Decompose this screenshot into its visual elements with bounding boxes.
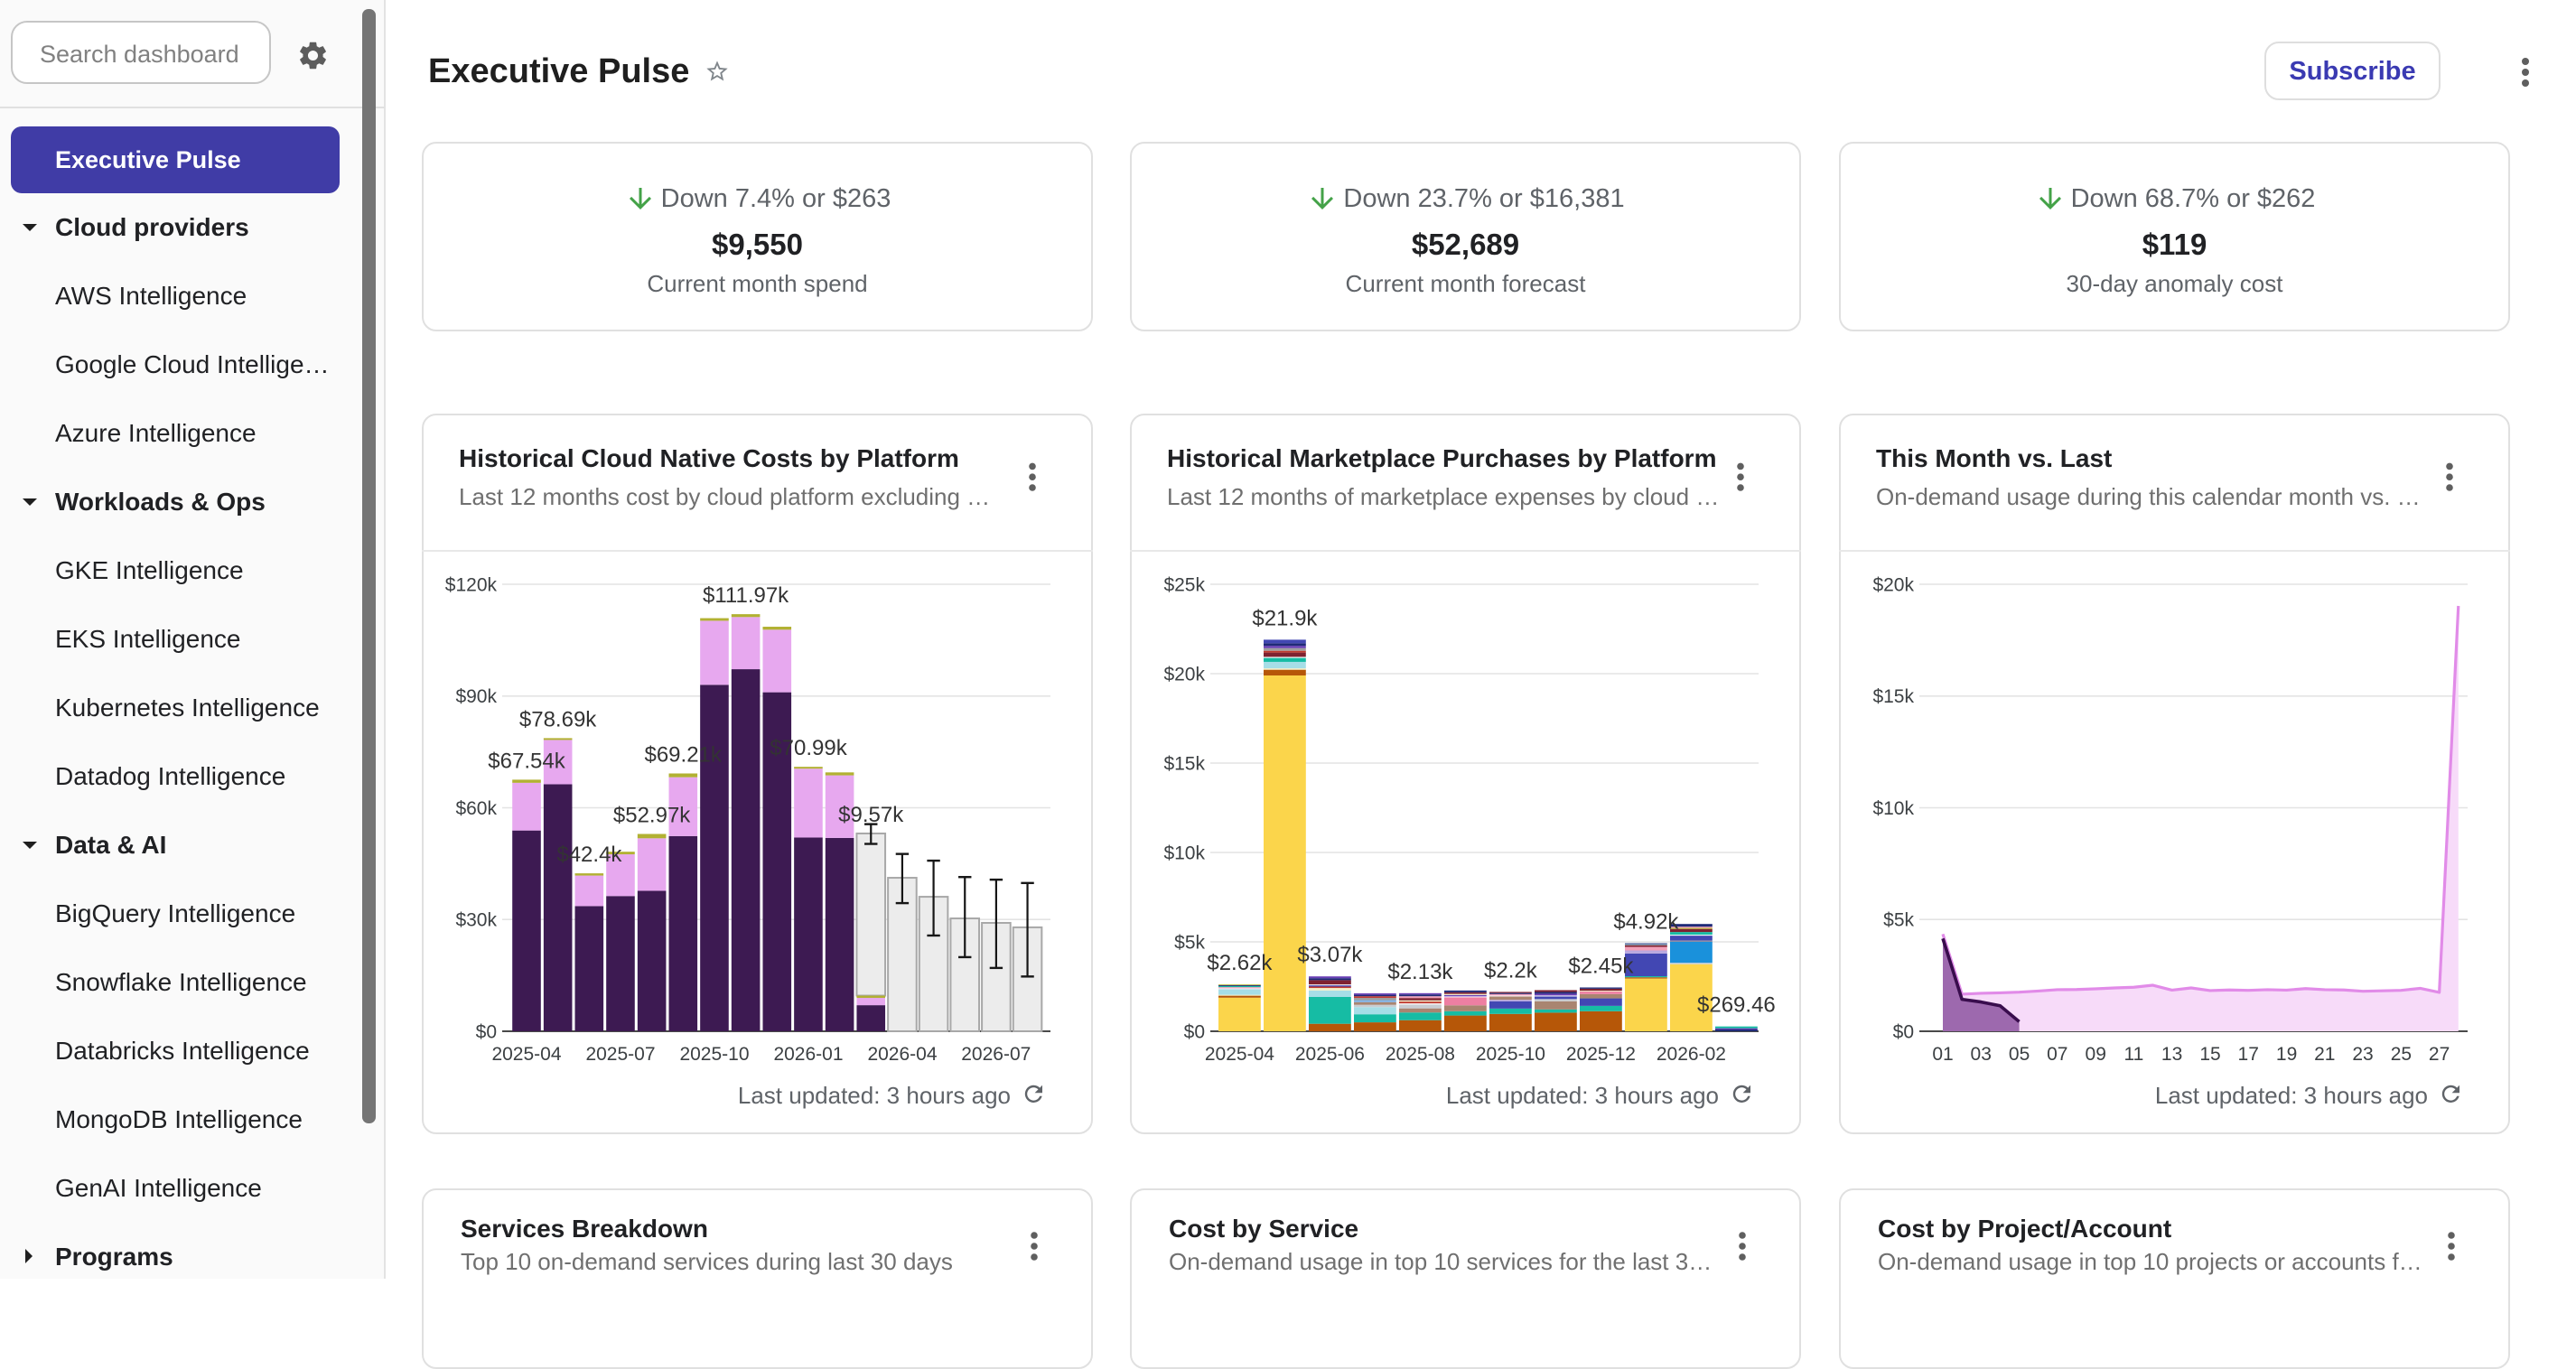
svg-text:$120k: $120k (445, 574, 498, 595)
svg-text:$2.13k: $2.13k (1387, 960, 1453, 984)
svg-text:$111.97k: $111.97k (703, 583, 789, 608)
svg-text:$2.62k: $2.62k (1207, 951, 1273, 975)
svg-text:$0: $0 (1184, 1021, 1205, 1042)
svg-text:$269.46: $269.46 (1697, 993, 1776, 1018)
svg-text:2026-02: 2026-02 (1657, 1044, 1726, 1065)
svg-text:2025-07: 2025-07 (585, 1044, 655, 1065)
svg-text:$15k: $15k (1872, 686, 1914, 707)
svg-text:This Month vs. Last: This Month vs. Last (1876, 444, 2112, 472)
svg-text:$4.92k: $4.92k (1613, 910, 1679, 935)
svg-text:$3.07k: $3.07k (1297, 943, 1363, 967)
svg-text:$78.69k: $78.69k (519, 707, 597, 731)
svg-text:$21.9k: $21.9k (1252, 606, 1318, 630)
svg-text:Last 12 months cost by cloud p: Last 12 months cost by cloud platform ex… (459, 483, 990, 510)
svg-text:17: 17 (2238, 1044, 2259, 1065)
svg-text:$5k: $5k (1883, 910, 1914, 931)
svg-text:$10k: $10k (1872, 798, 1914, 819)
svg-text:Historical Cloud Native Costs: Historical Cloud Native Costs by Platfor… (459, 444, 959, 472)
svg-text:21: 21 (2314, 1044, 2335, 1065)
svg-text:$70.99k: $70.99k (770, 736, 847, 760)
svg-text:$20k: $20k (1163, 664, 1205, 684)
svg-text:$42.4k: $42.4k (556, 843, 622, 867)
svg-text:$5k: $5k (1174, 932, 1205, 953)
svg-text:Last updated: 3 hours ago: Last updated: 3 hours ago (738, 1082, 1011, 1109)
svg-text:19: 19 (2276, 1044, 2297, 1065)
svg-text:2026-04: 2026-04 (867, 1044, 937, 1065)
svg-text:2026-01: 2026-01 (773, 1044, 843, 1065)
svg-text:2025-10: 2025-10 (679, 1044, 749, 1065)
svg-text:2025-04: 2025-04 (491, 1044, 561, 1065)
svg-text:2025-06: 2025-06 (1295, 1044, 1365, 1065)
svg-text:$20k: $20k (1872, 574, 1914, 595)
svg-text:11: 11 (2123, 1044, 2143, 1065)
svg-text:Last updated: 3 hours ago: Last updated: 3 hours ago (1446, 1082, 1719, 1109)
svg-text:09: 09 (2086, 1044, 2106, 1065)
svg-text:15: 15 (2199, 1044, 2220, 1065)
svg-text:$9.57k: $9.57k (838, 803, 904, 827)
svg-text:On-demand usage during this ca: On-demand usage during this calendar mon… (1876, 483, 2421, 510)
svg-text:$2.2k: $2.2k (1484, 958, 1538, 983)
svg-text:25: 25 (2391, 1044, 2412, 1065)
svg-text:$10k: $10k (1163, 843, 1205, 863)
svg-text:$0: $0 (476, 1021, 497, 1042)
svg-text:Last updated: 3 hours ago: Last updated: 3 hours ago (2155, 1082, 2428, 1109)
svg-text:$25k: $25k (1163, 574, 1205, 595)
svg-text:23: 23 (2352, 1044, 2373, 1065)
svg-text:2025-08: 2025-08 (1386, 1044, 1455, 1065)
svg-text:$69.21k: $69.21k (644, 743, 722, 768)
svg-text:$60k: $60k (455, 798, 497, 819)
svg-text:$90k: $90k (455, 686, 497, 707)
svg-text:27: 27 (2429, 1044, 2450, 1065)
svg-text:03: 03 (1971, 1044, 1992, 1065)
svg-text:$15k: $15k (1163, 753, 1205, 774)
svg-text:2026-07: 2026-07 (961, 1044, 1031, 1065)
svg-text:Last 12 months of marketplace: Last 12 months of marketplace expenses b… (1167, 483, 1719, 510)
svg-text:$30k: $30k (455, 910, 497, 931)
svg-text:13: 13 (2161, 1044, 2182, 1065)
svg-text:2025-10: 2025-10 (1476, 1044, 1545, 1065)
svg-text:$67.54k: $67.54k (488, 749, 565, 773)
svg-text:$2.45k: $2.45k (1568, 954, 1634, 978)
svg-text:01: 01 (1932, 1044, 1953, 1065)
svg-text:05: 05 (2009, 1044, 2030, 1065)
svg-text:2025-04: 2025-04 (1205, 1044, 1274, 1065)
svg-text:07: 07 (2047, 1044, 2067, 1065)
svg-text:$52.97k: $52.97k (613, 803, 691, 827)
svg-text:$0: $0 (1893, 1021, 1914, 1042)
svg-text:Historical Marketplace Purchas: Historical Marketplace Purchases by Plat… (1167, 444, 1716, 472)
svg-text:2025-12: 2025-12 (1566, 1044, 1636, 1065)
